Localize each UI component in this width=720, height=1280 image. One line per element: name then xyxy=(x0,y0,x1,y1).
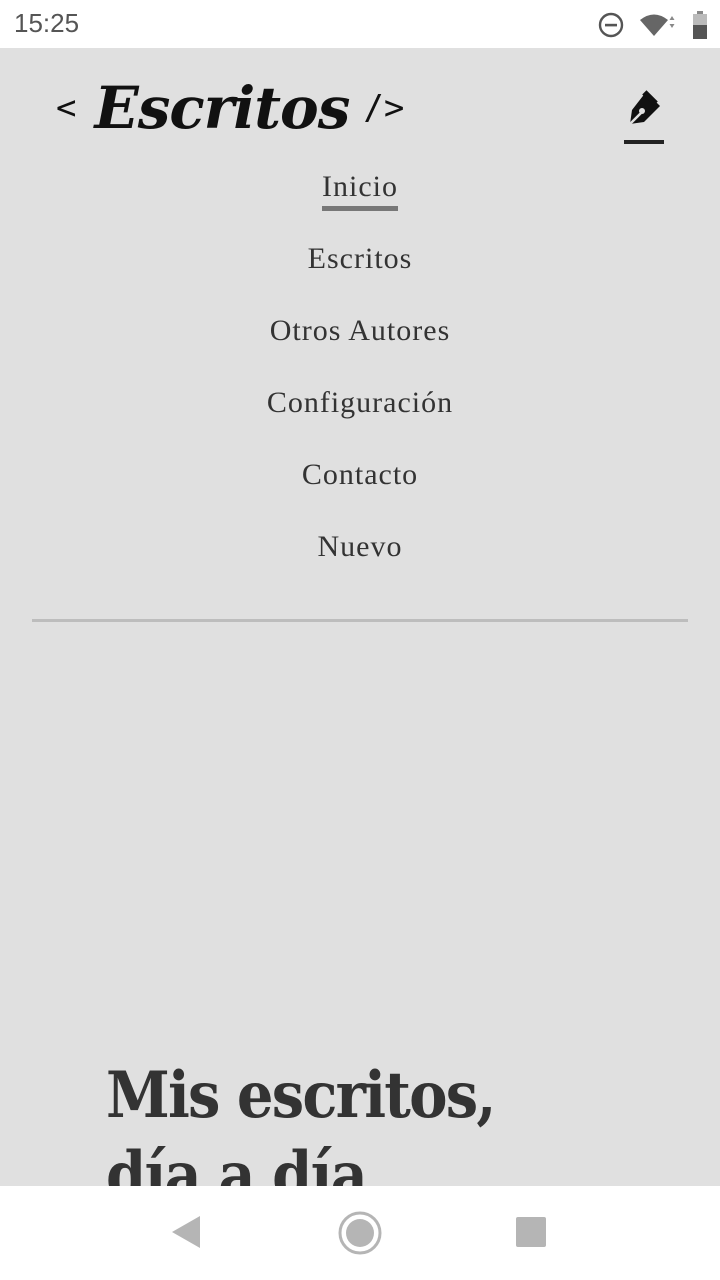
pen-icon xyxy=(629,90,660,125)
brand-open-bracket: < xyxy=(56,88,77,128)
nav-item-label: Nuevo xyxy=(317,530,403,563)
nav-item-inicio[interactable]: Inicio xyxy=(0,166,720,238)
nav-item-otros-autores[interactable]: Otros Autores xyxy=(0,310,720,382)
hero-title: Mis escritos, día a día xyxy=(106,1056,610,1186)
hero-title-line2: día a día xyxy=(106,1138,368,1186)
back-icon[interactable] xyxy=(168,1212,204,1252)
nav-item-nuevo[interactable]: Nuevo xyxy=(0,526,720,598)
pen-active-underline xyxy=(624,140,664,144)
nav-item-escritos[interactable]: Escritos xyxy=(0,238,720,310)
do-not-disturb-icon xyxy=(598,12,624,38)
nav-divider xyxy=(32,619,688,622)
nav-item-label: Inicio xyxy=(322,170,398,211)
nav-item-label: Configuración xyxy=(266,386,454,419)
main-nav: Inicio Escritos Otros Autores Configurac… xyxy=(0,166,720,598)
nav-item-configuracion[interactable]: Configuración xyxy=(0,382,720,454)
nav-item-label: Contacto xyxy=(301,458,419,491)
system-navigation-bar xyxy=(0,1186,720,1280)
brand-name: Escritos xyxy=(94,74,350,142)
status-time: 15:25 xyxy=(14,8,80,38)
recents-icon[interactable] xyxy=(514,1215,548,1249)
status-bar: 15:25 xyxy=(0,0,720,48)
app-content: < Escritos /> Inicio Escritos Otros Auto… xyxy=(0,48,720,1186)
nav-item-label: Escritos xyxy=(307,242,413,275)
nav-item-contacto[interactable]: Contacto xyxy=(0,454,720,526)
brand-close-bracket: /> xyxy=(363,88,405,128)
brand-logo[interactable]: < Escritos /> xyxy=(56,74,404,142)
home-icon[interactable] xyxy=(336,1209,384,1257)
status-icons xyxy=(598,10,708,40)
nav-item-label: Otros Autores xyxy=(269,314,451,347)
wifi-icon xyxy=(640,14,675,36)
new-writing-button[interactable] xyxy=(620,88,668,158)
hero-title-line1: Mis escritos, xyxy=(106,1058,496,1133)
battery-icon xyxy=(693,11,707,39)
